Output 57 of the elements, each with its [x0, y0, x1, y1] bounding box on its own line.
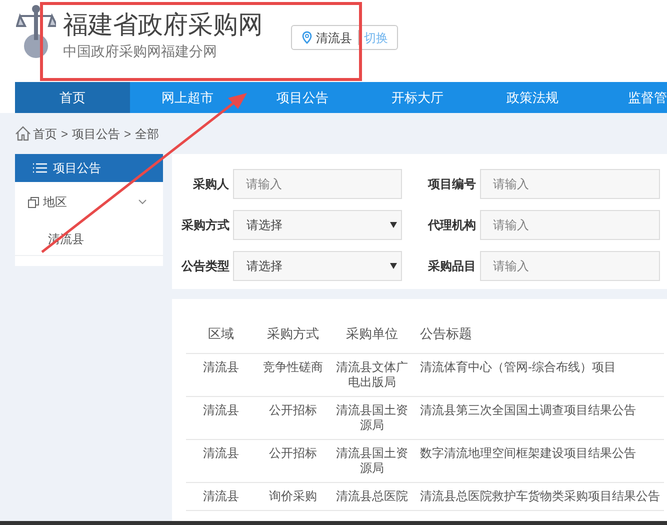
site-title: 福建省政府采购网	[63, 10, 263, 40]
filter-label: 代理机构	[426, 217, 476, 234]
input-field[interactable]: 请输入	[480, 210, 660, 240]
dropdown-arrow-icon	[390, 263, 397, 269]
breadcrumb-separator: >	[61, 126, 68, 142]
input-field[interactable]: 请输入	[233, 169, 402, 199]
nav-tab[interactable]: 开标大厅	[360, 82, 475, 113]
select-field[interactable]: 请选择	[233, 251, 402, 281]
site-subtitle: 中国政府采购网福建分网	[63, 42, 218, 61]
table-cell: 清流县国土资源局	[330, 396, 414, 439]
table-cell: 清流体育中心（管网-综合布线）项目	[414, 353, 664, 396]
region-group[interactable]: 地区	[15, 182, 163, 222]
list-icon	[33, 163, 47, 173]
table-cell: 清流县国土资源局	[330, 439, 414, 482]
region-label: 地区	[43, 194, 68, 211]
table-cell: 公开招标	[256, 439, 330, 482]
filter-label: 采购方式	[180, 217, 230, 234]
select-field[interactable]: 请选择	[233, 210, 402, 240]
filter-label: 采购人	[192, 176, 229, 193]
table-cell: 竞争性磋商	[256, 353, 330, 396]
table-cell: 清流县	[186, 396, 256, 439]
table-cell: 清流县第三次全国国土调查项目结果公告	[414, 396, 664, 439]
region-icon	[28, 196, 39, 208]
location-selector[interactable]: 清流县 切换	[291, 25, 398, 50]
nav-tab[interactable]: 项目公告	[245, 82, 360, 113]
breadcrumb-current: 全部	[135, 126, 160, 142]
column-header: 采购单位	[330, 315, 414, 353]
table-cell: 清流县	[186, 439, 256, 482]
table-cell: 清流县总医院	[330, 482, 414, 510]
location-name: 清流县	[316, 30, 352, 46]
table-cell: 公开招标	[256, 396, 330, 439]
table-cell: 询价采购	[256, 482, 330, 510]
nav-tab[interactable]: 首页	[15, 82, 130, 113]
filter-label: 采购品目	[427, 258, 476, 275]
location-pin-icon	[302, 31, 312, 44]
dropdown-arrow-icon	[390, 222, 397, 228]
table-cell: 清流县文体广电出版局	[330, 353, 414, 396]
column-header: 区域	[186, 315, 256, 353]
nav-tab[interactable]: 网上超市	[130, 82, 245, 113]
sidebar-title: 项目公告	[53, 160, 101, 177]
nav-tab[interactable]: 政策法规	[475, 82, 590, 113]
home-icon	[15, 126, 31, 141]
table-cell: 数字清流地理空间框架建设项目结果公告	[414, 439, 664, 482]
filter-label: 公告类型	[180, 258, 230, 275]
filter-label: 项目编号	[426, 176, 476, 193]
breadcrumb-separator: >	[124, 126, 132, 142]
column-header: 采购方式	[256, 315, 330, 353]
input-field[interactable]: 请输入	[480, 169, 660, 199]
table-cell: 清流县总医院救护车货物类采购项目结果公告	[414, 482, 664, 510]
breadcrumb-link[interactable]: 项目公告	[72, 124, 120, 142]
nav-tab[interactable]: 监督管	[590, 82, 667, 113]
column-header: 公告标题	[414, 315, 664, 353]
scales-logo-icon	[16, 4, 56, 60]
table-cell: 清流县	[186, 482, 256, 510]
table-cell: 清流县	[186, 353, 256, 396]
breadcrumb-link[interactable]: 首页	[33, 124, 57, 142]
input-field[interactable]: 请输入	[480, 251, 660, 281]
